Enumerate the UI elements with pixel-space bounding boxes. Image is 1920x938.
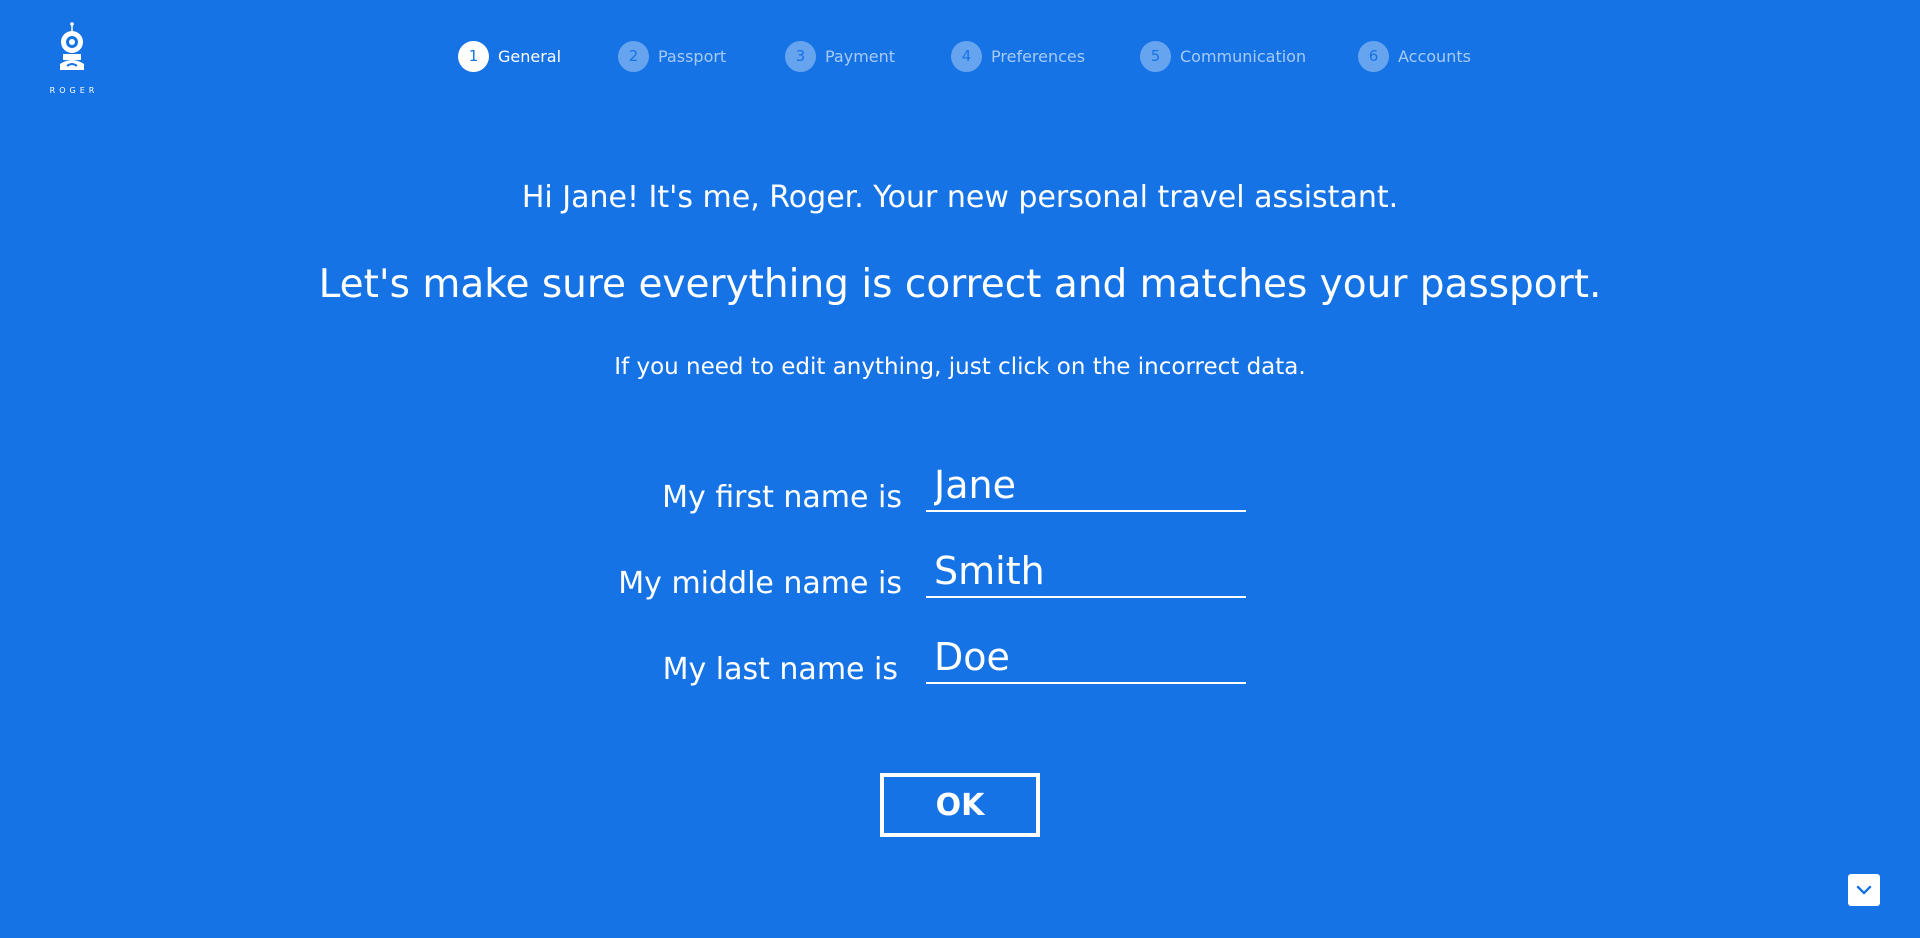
step-payment[interactable]: 3 Payment: [785, 40, 895, 72]
step-number: 5: [1140, 40, 1171, 72]
step-number: 4: [951, 40, 982, 72]
page-headline: Let's make sure everything is correct an…: [318, 262, 1602, 307]
first-name-field[interactable]: [926, 460, 1246, 512]
step-number: 2: [618, 40, 649, 72]
middle-name-label: My middle name is: [618, 566, 902, 601]
robot-icon: [60, 22, 84, 70]
last-name-row: My last name is: [0, 632, 1920, 696]
step-number: 3: [785, 40, 816, 72]
step-number: 6: [1358, 40, 1389, 72]
roger-logo[interactable]: ROGER: [42, 22, 102, 95]
last-name-label: My last name is: [662, 652, 898, 687]
step-communication[interactable]: 5 Communication: [1140, 40, 1306, 72]
instruction-text: If you need to edit anything, just click…: [614, 354, 1306, 380]
chevron-down-icon: [1856, 885, 1872, 895]
step-label: Accounts: [1398, 46, 1471, 66]
step-accounts[interactable]: 6 Accounts: [1358, 40, 1471, 72]
progress-stepper: 1 General 2 Passport 3 Payment 4 Prefere…: [458, 40, 1498, 72]
ok-button[interactable]: OK: [880, 773, 1040, 837]
first-name-row: My first name is: [0, 460, 1920, 524]
page: ROGER 1 General 2 Passport 3 Payment 4 P…: [0, 0, 1920, 938]
step-label: General: [498, 46, 562, 66]
step-number: 1: [458, 40, 489, 72]
middle-name-row: My middle name is: [0, 546, 1920, 610]
scroll-down-button[interactable]: [1848, 874, 1880, 906]
logo-text: ROGER: [49, 86, 99, 95]
step-label: Payment: [825, 46, 896, 66]
step-preferences[interactable]: 4 Preferences: [951, 40, 1085, 72]
step-passport[interactable]: 2 Passport: [618, 40, 726, 72]
last-name-field[interactable]: [926, 632, 1246, 684]
step-general[interactable]: 1 General: [458, 40, 561, 72]
middle-name-field[interactable]: [926, 546, 1246, 598]
step-label: Communication: [1180, 46, 1307, 66]
step-label: Preferences: [991, 46, 1086, 66]
greeting-text: Hi Jane! It's me, Roger. Your new person…: [521, 180, 1399, 215]
first-name-label: My first name is: [662, 480, 902, 515]
step-label: Passport: [658, 46, 727, 66]
